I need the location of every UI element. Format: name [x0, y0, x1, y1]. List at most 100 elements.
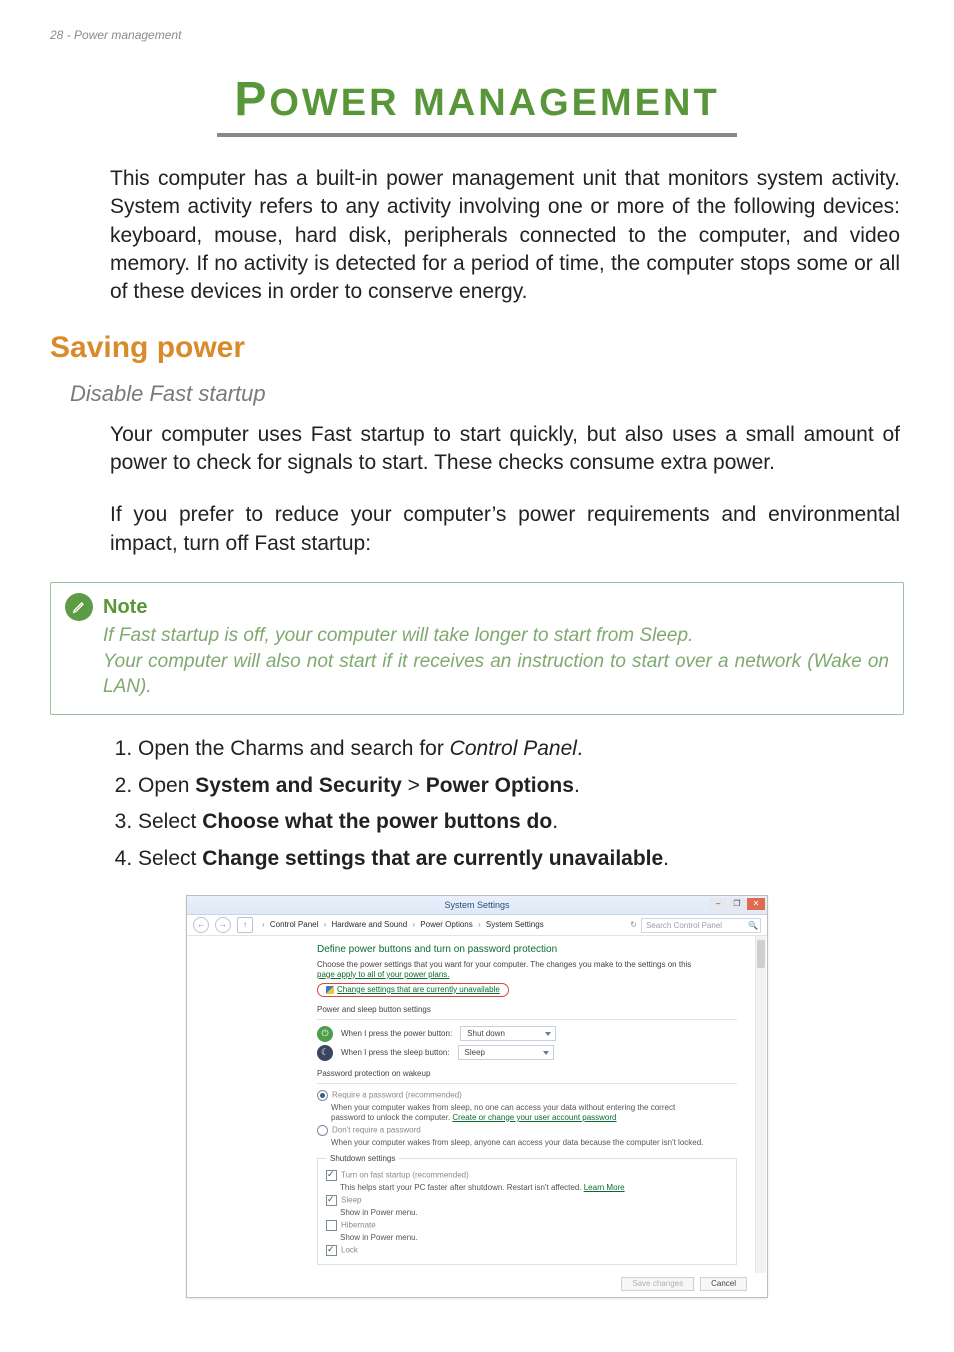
section-shutdown: Shutdown settings [326, 1154, 399, 1164]
running-head: 28 - Power management [50, 28, 904, 42]
lock-option[interactable]: Lock [326, 1245, 728, 1256]
power-button-row: ⏻ When I press the power button: Shut do… [317, 1026, 737, 1042]
content-subtext: Choose the power settings that you want … [317, 960, 737, 980]
breadcrumb-item[interactable]: Hardware and Sound [332, 920, 408, 929]
up-button[interactable]: ↑ [237, 917, 253, 933]
maximize-button[interactable]: ❐ [728, 898, 746, 910]
sleep-option-label: Sleep [341, 1195, 361, 1204]
step-1-text: Open the Charms and search for [138, 737, 450, 760]
radio-icon[interactable] [317, 1090, 328, 1101]
breadcrumb-sep: › [412, 920, 415, 929]
fast-startup-option[interactable]: Turn on fast startup (recommended) [326, 1170, 728, 1181]
uac-shield-icon [326, 986, 334, 994]
change-settings-link[interactable]: Change settings that are currently unava… [317, 983, 509, 997]
learn-more-link[interactable]: Learn More [584, 1183, 625, 1192]
window-titlebar[interactable]: System Settings – ❐ ✕ [187, 896, 767, 915]
require-password-desc-1: When your computer wakes from sleep, no … [331, 1103, 675, 1112]
refresh-icon[interactable]: ↻ [630, 920, 637, 930]
step-2: Open System and Security > Power Options… [138, 770, 904, 803]
paragraph-2: If you prefer to reduce your computer’s … [50, 501, 904, 558]
moon-icon: ☾ [317, 1045, 333, 1061]
close-button[interactable]: ✕ [747, 898, 765, 910]
step-3-emph: Choose what the power buttons do [202, 810, 552, 833]
require-password-option[interactable]: Require a password (recommended) [317, 1090, 737, 1101]
content-heading: Define power buttons and turn on passwor… [317, 944, 737, 957]
step-4-text: Select [138, 847, 202, 870]
require-password-label: Require a password (recommended) [332, 1090, 462, 1099]
breadcrumb-item[interactable]: Control Panel [270, 920, 318, 929]
content-subtext-1: Choose the power settings that you want … [317, 960, 691, 969]
search-input[interactable]: Search Control Panel 🔍 [641, 918, 761, 933]
radio-icon[interactable] [317, 1125, 328, 1136]
step-3-tail: . [552, 810, 558, 833]
no-password-desc: When your computer wakes from sleep, any… [331, 1138, 737, 1148]
checkbox-icon[interactable] [326, 1220, 337, 1231]
note-line-1: If Fast startup is off, your computer wi… [103, 625, 693, 646]
hibernate-option-label: Hibernate [341, 1220, 376, 1229]
require-password-desc: When your computer wakes from sleep, no … [331, 1103, 737, 1123]
section-heading: Saving power [50, 331, 904, 365]
step-1-tail: . [577, 737, 583, 760]
title-divider [217, 133, 737, 137]
note-label: Note [103, 596, 147, 619]
search-icon[interactable]: 🔍 [748, 919, 758, 932]
power-button-dropdown[interactable]: Shut down [460, 1026, 556, 1041]
window-content: Define power buttons and turn on passwor… [187, 936, 767, 1273]
breadcrumb-sep: › [324, 920, 327, 929]
scrollbar-thumb[interactable] [757, 940, 765, 968]
content-subtext-2: page apply to all of your power plans. [317, 970, 450, 979]
note-header: Note [65, 593, 889, 621]
fast-startup-desc: This helps start your PC faster after sh… [340, 1183, 728, 1193]
breadcrumb-sep: › [262, 920, 265, 929]
no-password-label: Don't require a password [332, 1125, 421, 1134]
pencil-icon [65, 593, 93, 621]
step-4: Select Change settings that are currentl… [138, 843, 904, 876]
fast-startup-desc-text: This helps start your PC faster after sh… [340, 1183, 584, 1192]
title-rest: OWER MANAGEMENT [269, 82, 719, 124]
breadcrumb[interactable]: › Control Panel › Hardware and Sound › P… [259, 920, 624, 930]
subsection-heading: Disable Fast startup [70, 381, 904, 407]
forward-button[interactable]: → [215, 917, 231, 933]
step-4-tail: . [663, 847, 669, 870]
page-title: POWER MANAGEMENT [50, 72, 904, 127]
step-1-emph: Control Panel [450, 737, 577, 760]
power-button-label: When I press the power button: [341, 1029, 452, 1039]
sleep-button-label: When I press the sleep button: [341, 1048, 450, 1058]
checkbox-icon[interactable] [326, 1195, 337, 1206]
create-password-link[interactable]: Create or change your user account passw… [452, 1113, 616, 1122]
cancel-button[interactable]: Cancel [700, 1277, 747, 1291]
search-placeholder: Search Control Panel [646, 921, 722, 930]
step-2-sep: > [402, 774, 426, 797]
step-2-tail: . [574, 774, 580, 797]
note-box: Note If Fast startup is off, your comput… [50, 582, 904, 715]
checkbox-icon[interactable] [326, 1170, 337, 1181]
require-password-desc-2a: password to unlock the computer. [331, 1113, 452, 1122]
scrollbar[interactable] [755, 936, 766, 1273]
breadcrumb-item[interactable]: System Settings [486, 920, 544, 929]
hibernate-option[interactable]: Hibernate [326, 1220, 728, 1231]
divider [317, 1019, 737, 1020]
sleep-button-dropdown[interactable]: Sleep [458, 1045, 554, 1060]
minimize-button[interactable]: – [709, 898, 727, 910]
lock-option-label: Lock [341, 1245, 358, 1254]
step-3-text: Select [138, 810, 202, 833]
save-changes-button[interactable]: Save changes [621, 1277, 694, 1291]
window-title: System Settings [444, 900, 509, 911]
no-password-option[interactable]: Don't require a password [317, 1125, 737, 1136]
sleep-option[interactable]: Sleep [326, 1195, 728, 1206]
divider [317, 1083, 737, 1084]
breadcrumb-sep: › [478, 920, 481, 929]
step-4-emph: Change settings that are currently unava… [202, 847, 663, 870]
explorer-navbar: ← → ↑ › Control Panel › Hardware and Sou… [187, 915, 767, 936]
back-button[interactable]: ← [193, 917, 209, 933]
checkbox-icon[interactable] [326, 1245, 337, 1256]
sleep-button-row: ☾ When I press the sleep button: Sleep [317, 1045, 737, 1061]
step-1: Open the Charms and search for Control P… [138, 733, 904, 766]
section-password: Password protection on wakeup [317, 1069, 737, 1079]
step-2-text: Open [138, 774, 195, 797]
breadcrumb-item[interactable]: Power Options [420, 920, 472, 929]
step-2-emph-b: Power Options [426, 774, 574, 797]
note-body: If Fast startup is off, your computer wi… [65, 623, 889, 700]
step-3: Select Choose what the power buttons do. [138, 806, 904, 839]
hibernate-option-desc: Show in Power menu. [340, 1233, 728, 1243]
